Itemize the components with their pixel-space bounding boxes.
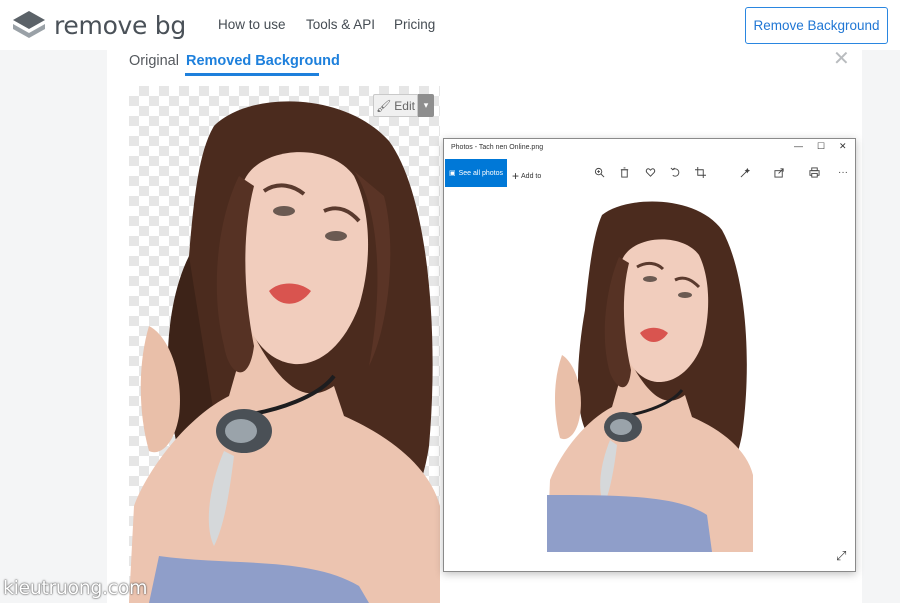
tab-original[interactable]: Original: [129, 53, 179, 69]
more-icon[interactable]: ···: [836, 166, 850, 178]
add-to-label: Add to: [521, 173, 542, 180]
active-tab-indicator: [185, 73, 319, 76]
print-icon[interactable]: [807, 166, 821, 178]
brush-icon: 🖌: [376, 98, 392, 113]
logo-text: remove bg: [54, 10, 186, 40]
minimize-button[interactable]: —: [794, 141, 803, 151]
nav-tools-api[interactable]: Tools & API: [306, 17, 375, 32]
edit-dropdown-button[interactable]: ▾: [418, 94, 434, 117]
remove-background-button[interactable]: Remove Background: [745, 7, 888, 44]
close-icon[interactable]: ✕: [833, 46, 850, 71]
watermark-text: kieutruong.com: [3, 577, 148, 599]
zoom-in-icon[interactable]: [592, 166, 606, 178]
edit-label: Edit: [394, 98, 415, 113]
crop-icon[interactable]: [693, 166, 707, 178]
woman-cutout-image: [129, 101, 440, 603]
nav-how-to-use[interactable]: How to use: [218, 17, 286, 32]
nav-pricing[interactable]: Pricing: [394, 17, 435, 32]
layers-logo-icon: [13, 11, 45, 38]
gallery-icon: ▣: [449, 170, 456, 177]
plus-icon: +: [512, 169, 520, 183]
see-all-photos-button[interactable]: ▣ See all photos: [445, 159, 507, 187]
removebg-logo[interactable]: remove bg: [12, 10, 186, 40]
woman-preview-image: [547, 201, 753, 552]
photos-viewer-window: Photos - Tach nen Online.png — ☐ ✕ ▣ See…: [443, 138, 856, 572]
edit-button[interactable]: 🖌 Edit: [373, 94, 418, 117]
maximize-button[interactable]: ☐: [817, 141, 825, 152]
favorite-icon[interactable]: [643, 166, 657, 178]
edit-create-icon[interactable]: [734, 166, 756, 178]
edit-control: 🖌 Edit ▾: [373, 94, 434, 117]
window-close-button[interactable]: ✕: [839, 141, 847, 152]
tab-removed-background[interactable]: Removed Background: [186, 53, 340, 69]
delete-icon[interactable]: [617, 166, 631, 178]
share-icon[interactable]: [772, 166, 786, 178]
see-all-photos-label: See all photos: [458, 169, 503, 177]
rotate-icon[interactable]: [668, 166, 682, 178]
add-to-button[interactable]: + Add to: [512, 169, 541, 183]
top-navbar: remove bg How to use Tools & API Pricing…: [0, 0, 900, 50]
photos-window-title: Photos - Tach nen Online.png: [451, 144, 544, 151]
photos-preview-image: [547, 195, 753, 552]
result-image: [129, 86, 440, 603]
fullscreen-icon[interactable]: ⤢: [836, 548, 846, 564]
